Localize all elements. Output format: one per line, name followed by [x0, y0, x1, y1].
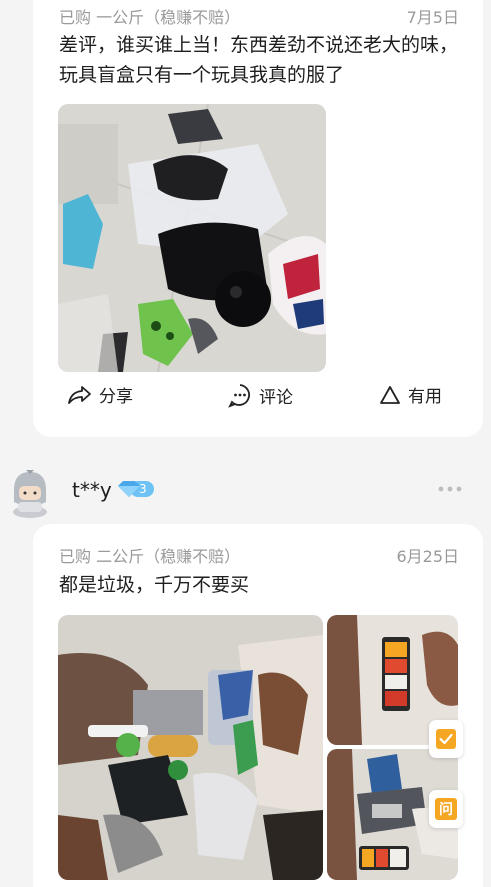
comment-icon [228, 384, 250, 408]
ask-question-button[interactable]: 问 [429, 790, 463, 828]
more-options-icon[interactable] [437, 484, 463, 494]
ask-label: 问 [439, 802, 453, 818]
review-actions: 分享 评论 有用 [33, 382, 483, 418]
useful-label: 有用 [408, 387, 442, 407]
review-meta: 已购 一公斤（稳赚不赔） 7月5日 [59, 4, 459, 28]
avatar[interactable] [8, 468, 52, 518]
review-text: 差评，谁买谁上当！东西差劲不说还老大的味，玩具盲盒只有一个玩具我真的服了 [59, 34, 459, 86]
select-image-button[interactable] [429, 720, 463, 758]
review-photo[interactable] [58, 615, 323, 880]
share-label: 分享 [99, 387, 133, 407]
share-icon [68, 385, 91, 404]
reviewer-header: t**y 3 [0, 462, 491, 518]
checkbox-checked-icon [436, 729, 456, 749]
review-date: 6月25日 [396, 547, 459, 566]
review-text: 都是垃圾，千万不要买 [59, 574, 250, 596]
vip-level: 3 [139, 482, 147, 496]
review-card: 已购 二公斤（稳赚不赔） 6月25日 都是垃圾，千万不要买 问 [33, 524, 483, 887]
purchase-spec: 已购 一公斤（稳赚不赔） [59, 8, 241, 27]
comment-label: 评论 [259, 387, 293, 408]
review-card: 已购 一公斤（稳赚不赔） 7月5日 差评，谁买谁上当！东西差劲不说还老大的味，玩… [33, 0, 483, 437]
vip-diamond-badge [118, 481, 154, 497]
review-date: 7月5日 [406, 8, 459, 27]
thumb-up-icon [380, 385, 400, 404]
share-button[interactable]: 分享 [67, 382, 133, 407]
username[interactable]: t**y [72, 478, 112, 502]
review-photo[interactable] [58, 104, 326, 372]
useful-button[interactable]: 有用 [378, 382, 442, 407]
purchase-spec: 已购 二公斤（稳赚不赔） [59, 547, 241, 566]
ask-icon: 问 [435, 798, 457, 820]
comment-button[interactable]: 评论 [227, 382, 293, 408]
review-meta: 已购 二公斤（稳赚不赔） 6月25日 [59, 543, 459, 567]
